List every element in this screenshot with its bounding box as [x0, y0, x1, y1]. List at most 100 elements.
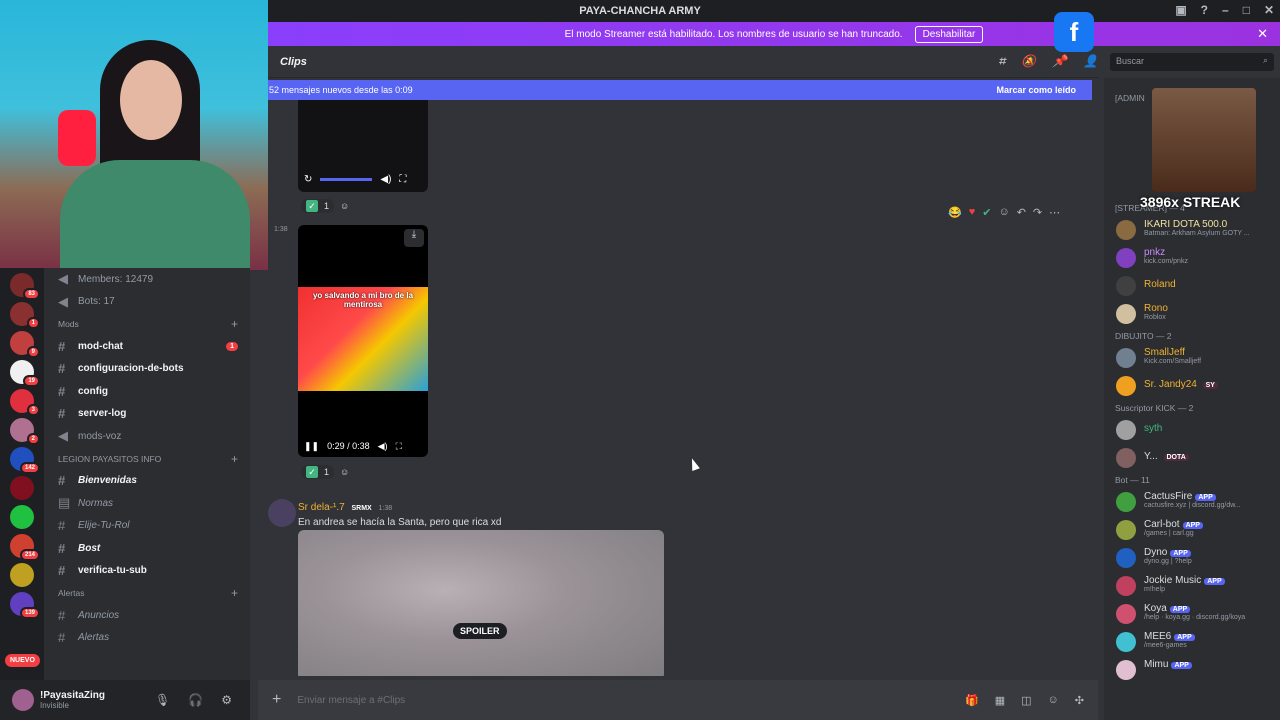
reaction-check[interactable]: ✓ 1: [301, 199, 335, 213]
add-attachment-icon[interactable]: +: [272, 691, 281, 709]
sticker-icon[interactable]: ◫: [1021, 694, 1031, 707]
server-icon[interactable]: [10, 476, 34, 500]
channel-normas[interactable]: ▤ Normas: [44, 492, 250, 515]
apps-icon[interactable]: ✣: [1075, 694, 1084, 707]
minimize-button[interactable]: –: [1222, 3, 1229, 17]
channel-elije-tu-rol[interactable]: # Elije-Tu-Rol: [44, 515, 250, 538]
member-item[interactable]: syth: [1104, 416, 1280, 444]
member-item[interactable]: Mimu APP: [1104, 656, 1280, 684]
member-item[interactable]: Rono Roblox: [1104, 300, 1280, 328]
mark-as-read-button[interactable]: Marcar como leído: [996, 85, 1076, 95]
member-item[interactable]: Koya APP/help · koya.gg · discord.gg/koya: [1104, 600, 1280, 628]
member-item[interactable]: Dyno APP dyno.gg | ?help: [1104, 544, 1280, 572]
video-player[interactable]: ↻ ◀) ⛶: [298, 100, 428, 192]
maximize-button[interactable]: □: [1243, 3, 1250, 17]
channel-bost[interactable]: # Bost: [44, 537, 250, 560]
member-item[interactable]: Jockie Music APP m!help: [1104, 572, 1280, 600]
avatar[interactable]: [12, 689, 34, 711]
forward-icon[interactable]: ↷: [1033, 206, 1042, 219]
add-reaction-icon[interactable]: ☺: [340, 201, 349, 211]
member-item[interactable]: Roland: [1104, 272, 1280, 300]
heart-reaction-icon[interactable]: ♥: [969, 206, 976, 219]
reply-icon[interactable]: ↶: [1017, 206, 1026, 219]
member-item[interactable]: MEE6 APP/mee6-games: [1104, 628, 1280, 656]
progress-bar[interactable]: [320, 177, 373, 181]
server-icon[interactable]: 1: [10, 302, 40, 329]
channel-configuracion-de-bots[interactable]: # configuracion-de-bots: [44, 358, 250, 381]
server-icon[interactable]: 214: [10, 534, 40, 561]
add-reaction-icon[interactable]: ☺: [998, 206, 1009, 219]
emoji-icon[interactable]: ☺: [1048, 694, 1059, 707]
server-tag[interactable]: SRMX: [351, 505, 371, 512]
members-icon[interactable]: 👤: [1083, 54, 1098, 69]
server-icon[interactable]: 9: [10, 331, 40, 358]
channel-mods-voz[interactable]: ◀ mods-voz: [44, 425, 250, 448]
category-legion[interactable]: LEGION PAYASITOS INFO +: [44, 448, 250, 470]
new-messages-bar[interactable]: 52 mensajes nuevos desde las 0:09 Marcar…: [268, 80, 1092, 100]
server-icon[interactable]: 3: [10, 389, 40, 416]
category-alertas[interactable]: Alertas +: [44, 582, 250, 604]
member-item[interactable]: pnkz kick.com/pnkz: [1104, 244, 1280, 272]
category-mods[interactable]: Mods +: [44, 313, 250, 335]
download-icon[interactable]: ⤓: [404, 229, 424, 247]
member-item[interactable]: Sr. Jandy24 SY: [1104, 372, 1280, 400]
replay-icon[interactable]: ↻: [304, 174, 312, 185]
fullscreen-icon[interactable]: ⛶: [396, 441, 402, 452]
avatar[interactable]: [268, 499, 296, 527]
pin-icon[interactable]: 📌: [1052, 54, 1067, 69]
disable-streamer-button[interactable]: Deshabilitar: [914, 25, 984, 43]
channel-mod-chat[interactable]: # mod-chat 1: [44, 335, 250, 358]
pause-icon[interactable]: ❚❚: [304, 441, 319, 452]
gift-icon[interactable]: 🎁: [965, 694, 979, 707]
bell-icon[interactable]: 🔕: [1021, 54, 1036, 69]
server-icon[interactable]: 19: [10, 360, 40, 387]
spoiler-image[interactable]: SPOILER: [298, 530, 664, 676]
server-icon[interactable]: [10, 563, 34, 587]
search-input[interactable]: Buscar ⌕: [1110, 53, 1274, 71]
channel-label: mods-voz: [78, 430, 122, 442]
reaction-check[interactable]: ✓ 1: [301, 465, 335, 479]
message-composer[interactable]: + Enviar mensaje a #Clips 🎁 ▦ ◫ ☺ ✣: [258, 680, 1098, 720]
more-icon[interactable]: ⋯: [1049, 206, 1060, 219]
server-icon[interactable]: 139: [10, 592, 40, 619]
channel-config[interactable]: # config: [44, 380, 250, 403]
voice-channel-bots[interactable]: ◀ Bots: 17: [44, 291, 250, 314]
channel-bienvenidas[interactable]: # Bienvenidas: [44, 470, 250, 493]
message-author[interactable]: Sr dela-¹.7: [298, 502, 345, 513]
channel-alertas[interactable]: # Alertas: [44, 627, 250, 650]
member-item[interactable]: CactusFire APP cactusfire.xyz | discord.gg…: [1104, 488, 1280, 516]
member-item[interactable]: Y... DOTA: [1104, 444, 1280, 472]
new-badge[interactable]: NUEVO: [5, 654, 40, 667]
microphone-icon[interactable]: 🎙: [155, 693, 170, 707]
close-banner-icon[interactable]: ✕: [1257, 26, 1268, 42]
headphones-icon[interactable]: 🎧: [188, 693, 203, 707]
video-player[interactable]: ⤓ yo salvando a mi bro de la mentirosa ❚…: [298, 225, 428, 457]
check-reaction-icon[interactable]: ✔: [982, 206, 991, 219]
channel-verifica-tu-sub[interactable]: # verifica-tu-sub: [44, 560, 250, 583]
add-channel-icon[interactable]: +: [231, 317, 238, 331]
server-icon[interactable]: 2: [10, 418, 40, 445]
member-item[interactable]: Carl-bot APP/games | carl.gg: [1104, 516, 1280, 544]
help-icon[interactable]: ?: [1201, 3, 1208, 17]
fullscreen-icon[interactable]: ⛶: [399, 174, 406, 185]
add-channel-icon[interactable]: +: [231, 452, 238, 466]
threads-icon[interactable]: ⌗: [998, 54, 1005, 69]
member-item[interactable]: SmallJeff Kick.com/Smalljeff: [1104, 344, 1280, 372]
add-channel-icon[interactable]: +: [231, 586, 238, 600]
voice-channel-members[interactable]: ◀ Members: 12479: [44, 268, 250, 291]
server-icon[interactable]: 142: [10, 447, 40, 474]
volume-icon[interactable]: ◀): [378, 441, 388, 452]
server-icon[interactable]: 83: [10, 273, 40, 300]
add-reaction-icon[interactable]: ☺: [340, 467, 349, 477]
inbox-icon[interactable]: ▣: [1175, 3, 1186, 17]
channel-anuncios[interactable]: # Anuncios: [44, 604, 250, 627]
member-item[interactable]: IKARI DOTA 500.0 Batman: Arkham Asylum GO…: [1104, 216, 1280, 244]
server-icon[interactable]: [10, 505, 34, 529]
gear-icon[interactable]: ⚙: [221, 693, 232, 707]
emoji-reaction-icon[interactable]: 😂: [948, 206, 962, 219]
close-window-button[interactable]: ✕: [1264, 3, 1274, 17]
channel-server-log[interactable]: # server-log: [44, 403, 250, 426]
gif-icon[interactable]: ▦: [995, 694, 1005, 707]
volume-icon[interactable]: ◀): [380, 174, 391, 185]
member-name: Mimu: [1144, 659, 1169, 670]
